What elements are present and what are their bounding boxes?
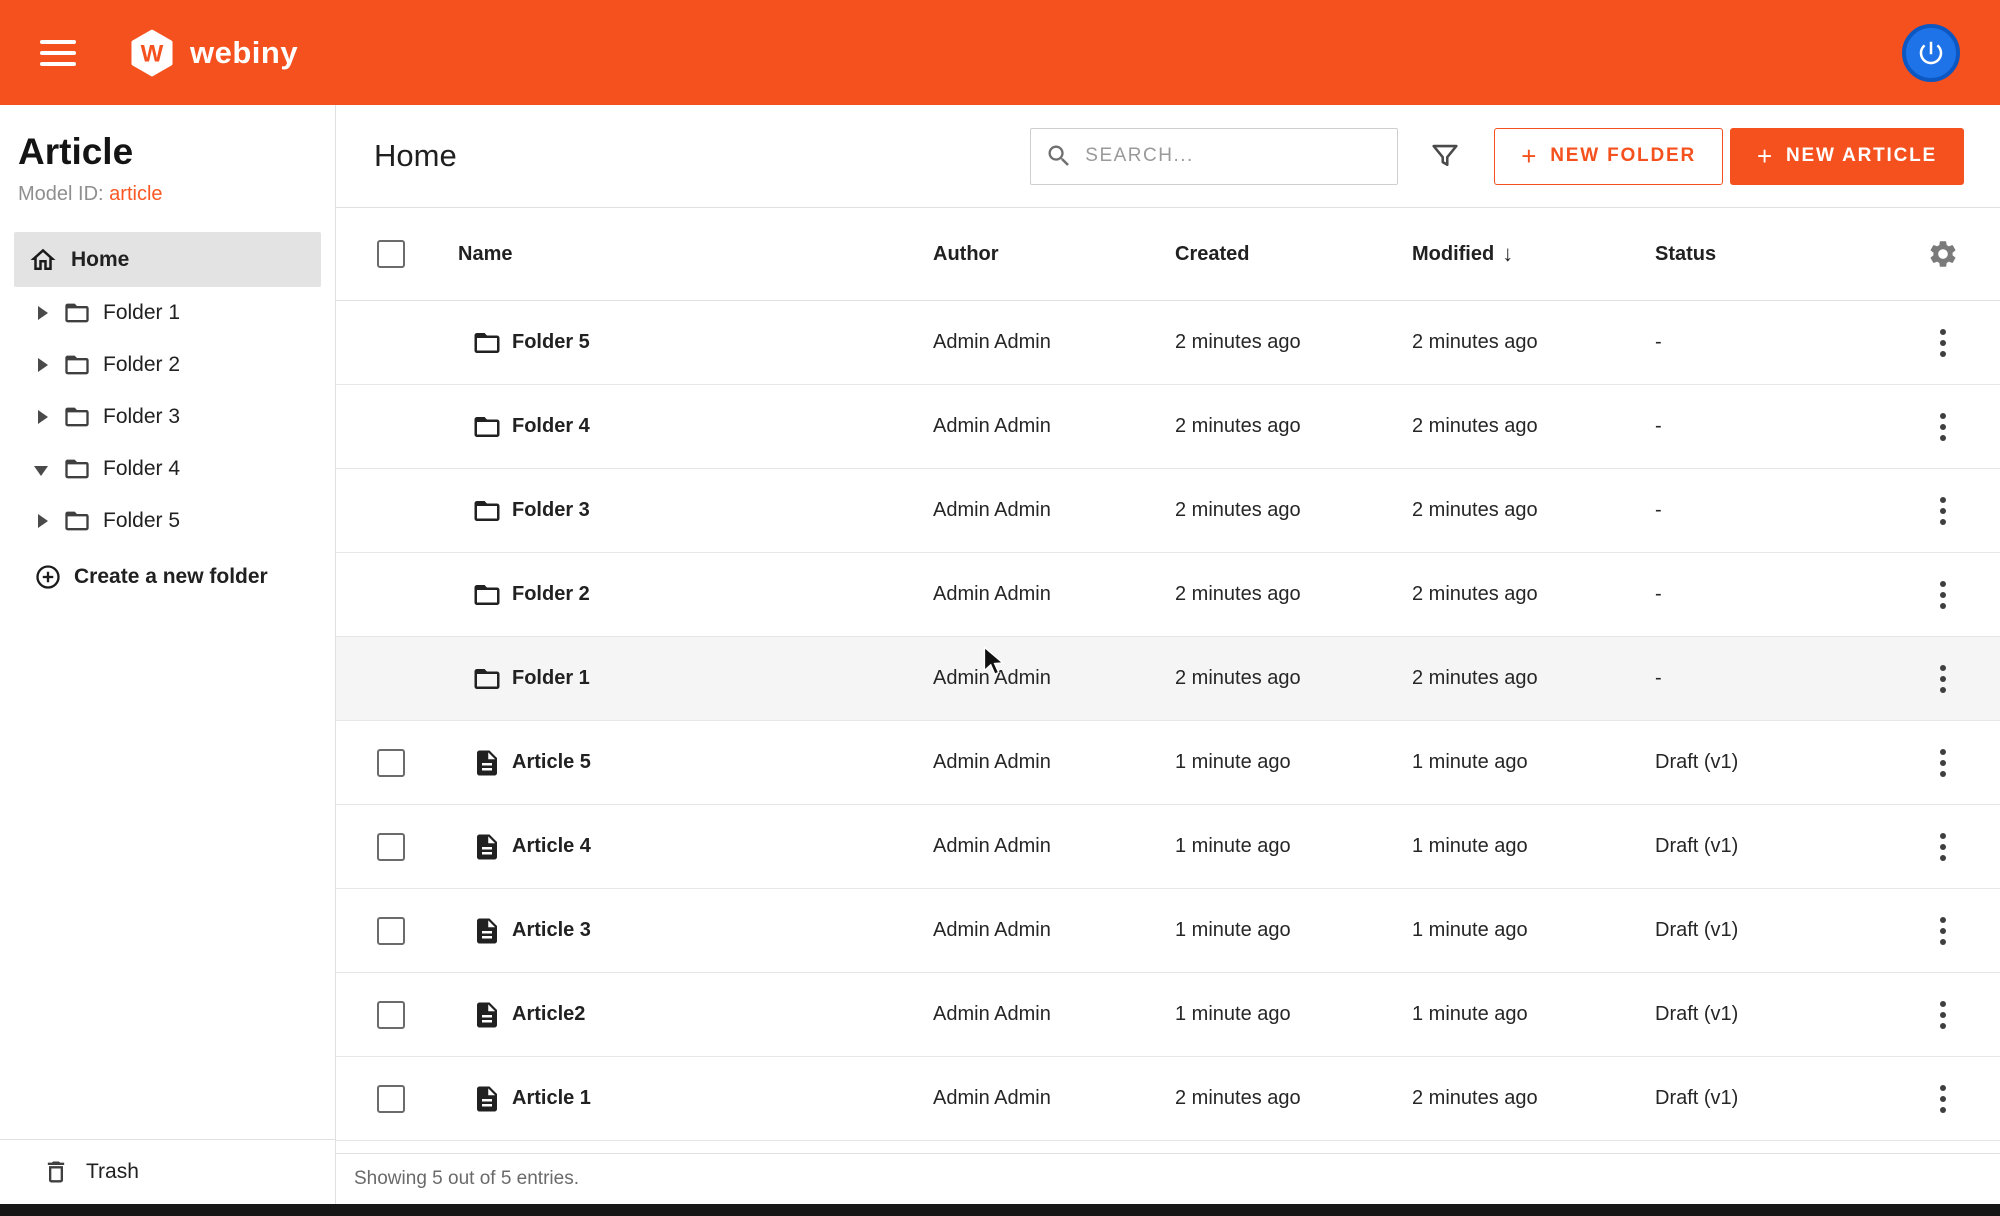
row-checkbox[interactable]: [377, 1001, 405, 1029]
new-folder-button[interactable]: + NEW FOLDER: [1494, 128, 1723, 185]
document-icon: [472, 1000, 502, 1030]
table-row[interactable]: Folder 1 Admin Admin 2 minutes ago 2 min…: [336, 637, 2000, 721]
select-all-checkbox[interactable]: [377, 240, 405, 268]
table-row[interactable]: Article 5 Admin Admin 1 minute ago 1 min…: [336, 721, 2000, 805]
chevron-right-icon[interactable]: [34, 513, 50, 529]
window-bottom-edge: [0, 1204, 2000, 1216]
folder-icon: [472, 328, 502, 358]
row-menu-button[interactable]: [1932, 405, 1954, 449]
sidebar-item-folder-1[interactable]: Folder 1: [0, 287, 335, 339]
column-header-name[interactable]: Name: [428, 243, 933, 266]
home-icon: [28, 245, 58, 275]
folder-icon: [63, 351, 91, 379]
chevron-right-icon[interactable]: [34, 305, 50, 321]
row-menu-button[interactable]: [1932, 657, 1954, 701]
model-id-label: Model ID:: [18, 183, 104, 205]
sidebar-item-folder-2[interactable]: Folder 2: [0, 339, 335, 391]
chevron-right-icon[interactable]: [34, 357, 50, 373]
chevron-right-icon[interactable]: [34, 409, 50, 425]
menu-icon[interactable]: [40, 40, 76, 66]
power-icon: [1916, 38, 1946, 68]
chevron-down-icon[interactable]: [34, 461, 50, 477]
folder-icon: [63, 455, 91, 483]
plus-icon: +: [1757, 143, 1774, 169]
create-folder-button[interactable]: Create a new folder: [0, 555, 335, 599]
row-menu-button[interactable]: [1932, 993, 1954, 1037]
webiny-logo: W webiny: [128, 29, 298, 77]
folder-icon: [63, 403, 91, 431]
model-id-line: Model ID: article: [18, 183, 315, 206]
brand-name: webiny: [190, 35, 298, 71]
table-row[interactable]: Folder 2 Admin Admin 2 minutes ago 2 min…: [336, 553, 2000, 637]
row-menu-button[interactable]: [1932, 909, 1954, 953]
search-box[interactable]: [1030, 128, 1398, 185]
column-header-author[interactable]: Author: [933, 243, 1175, 266]
sidebar: Article Model ID: article Home Folder 1: [0, 105, 336, 1204]
column-header-created[interactable]: Created: [1175, 243, 1412, 266]
folder-icon: [63, 299, 91, 327]
row-menu-button[interactable]: [1932, 741, 1954, 785]
table-header: Name Author Created Modified ↓ Status: [336, 207, 2000, 301]
page-title: Home: [374, 138, 457, 174]
folder-icon: [472, 664, 502, 694]
row-menu-button[interactable]: [1932, 489, 1954, 533]
webiny-logo-icon: W: [128, 29, 176, 77]
row-menu-button[interactable]: [1932, 321, 1954, 365]
column-header-modified[interactable]: Modified ↓: [1412, 241, 1655, 267]
document-icon: [472, 748, 502, 778]
folder-icon: [472, 580, 502, 610]
sidebar-home-label: Home: [71, 248, 129, 272]
svg-text:W: W: [141, 40, 164, 67]
sidebar-item-folder-4[interactable]: Folder 4: [0, 443, 335, 495]
document-icon: [472, 916, 502, 946]
folder-icon: [472, 412, 502, 442]
table-row[interactable]: Article 4 Admin Admin 1 minute ago 1 min…: [336, 805, 2000, 889]
table-row[interactable]: Folder 4 Admin Admin 2 minutes ago 2 min…: [336, 385, 2000, 469]
table-row[interactable]: Article 3 Admin Admin 1 minute ago 1 min…: [336, 889, 2000, 973]
table-row[interactable]: Folder 5 Admin Admin 2 minutes ago 2 min…: [336, 301, 2000, 385]
new-article-button[interactable]: + NEW ARTICLE: [1730, 128, 1964, 185]
document-icon: [472, 1084, 502, 1114]
sidebar-item-home[interactable]: Home: [14, 232, 321, 287]
row-checkbox[interactable]: [377, 749, 405, 777]
folder-tree: Home Folder 1 Folder 2: [0, 232, 335, 599]
model-title: Article: [18, 131, 315, 173]
entries-count: Showing 5 out of 5 entries.: [354, 1168, 579, 1190]
user-power-button[interactable]: [1902, 24, 1960, 82]
gear-icon: [1927, 238, 1959, 270]
row-checkbox[interactable]: [377, 917, 405, 945]
filter-icon: [1428, 139, 1462, 173]
row-menu-button[interactable]: [1932, 825, 1954, 869]
search-input[interactable]: [1085, 145, 1383, 167]
filter-button[interactable]: [1428, 139, 1462, 173]
table-row[interactable]: Article 1 Admin Admin 2 minutes ago 2 mi…: [336, 1057, 2000, 1141]
row-checkbox[interactable]: [377, 1085, 405, 1113]
row-menu-button[interactable]: [1932, 573, 1954, 617]
main-content: Home + NEW FOLDER + NEW ARTICLE: [336, 105, 2000, 1204]
plus-circle-icon: [34, 563, 62, 591]
table-footer: Showing 5 out of 5 entries.: [336, 1153, 2000, 1204]
sidebar-item-folder-5[interactable]: Folder 5: [0, 495, 335, 547]
folder-icon: [472, 496, 502, 526]
row-checkbox[interactable]: [377, 833, 405, 861]
table-row[interactable]: Article2 Admin Admin 1 minute ago 1 minu…: [336, 973, 2000, 1057]
trash-icon: [42, 1158, 70, 1186]
model-id-value: article: [109, 183, 162, 205]
sort-desc-icon: ↓: [1502, 241, 1513, 267]
column-header-status[interactable]: Status: [1655, 243, 1885, 266]
table-row[interactable]: Folder 3 Admin Admin 2 minutes ago 2 min…: [336, 469, 2000, 553]
search-icon: [1045, 142, 1073, 170]
plus-icon: +: [1521, 143, 1538, 169]
document-icon: [472, 832, 502, 862]
row-menu-button[interactable]: [1932, 1077, 1954, 1121]
topbar: W webiny: [0, 0, 2000, 105]
folder-icon: [63, 507, 91, 535]
sidebar-item-folder-3[interactable]: Folder 3: [0, 391, 335, 443]
table-settings-button[interactable]: [1885, 238, 2000, 270]
trash-button[interactable]: Trash: [0, 1139, 335, 1204]
